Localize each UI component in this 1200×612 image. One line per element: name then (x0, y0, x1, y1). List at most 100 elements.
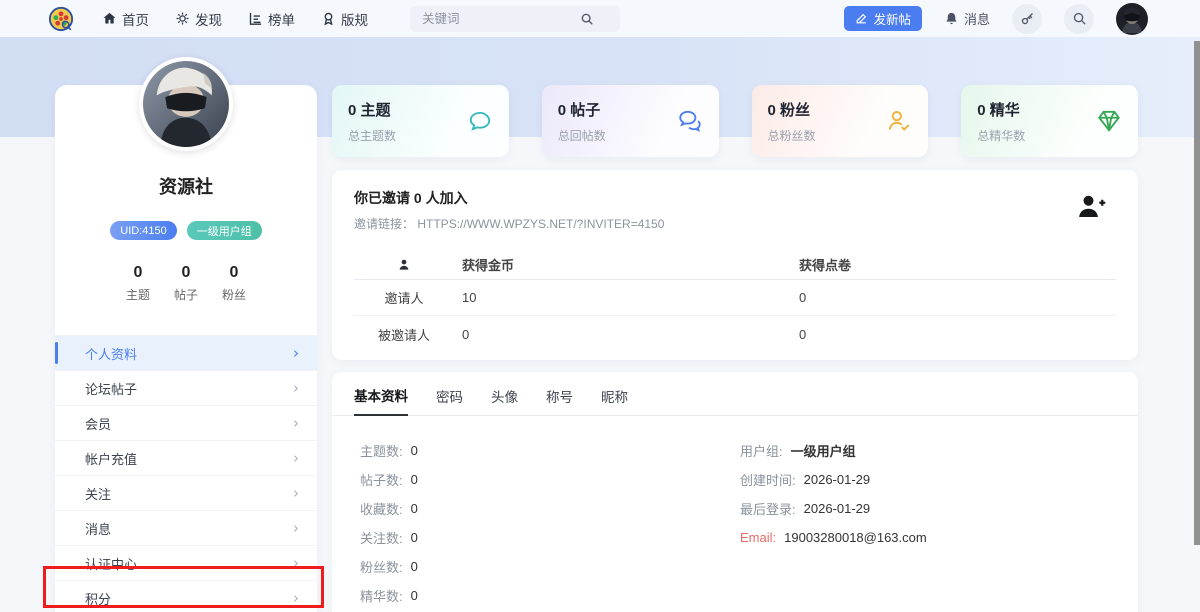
search-icon[interactable] (580, 12, 594, 26)
menu-label: 帐户充值 (85, 451, 138, 467)
field-value: 2026-01-29 (803, 472, 871, 487)
chevron-right-icon: › (293, 589, 299, 607)
chevron-right-icon: › (293, 379, 299, 397)
field-essence-count: 精华数: 0 (360, 581, 740, 610)
topnav-right: 发新帖 消息 (844, 2, 1148, 35)
user-group-badge: 一级用户组 (186, 221, 262, 240)
tab-nickname[interactable]: 昵称 (601, 386, 628, 415)
home-icon (103, 12, 116, 24)
row-gold: 0 (462, 326, 470, 342)
nav-label: 版规 (341, 12, 368, 28)
invite-card: 你已邀请 0 人加入 邀请链接： HTTPS://WWW.WPZYS.NET/?… (332, 170, 1138, 360)
chevron-right-icon: › (293, 554, 299, 572)
page-scrollbar[interactable] (1194, 0, 1200, 612)
account-fields-left: 主题数: 0 帖子数: 0 收藏数: 0 关注数: 0 粉丝数: 0 精华数: … (360, 436, 740, 610)
field-value: 0 (410, 443, 418, 458)
scrollbar-thumb[interactable] (1194, 41, 1200, 545)
field-label: 主题数: (360, 444, 403, 459)
messages-label: 消息 (963, 12, 990, 27)
field-value: 2026-01-29 (803, 501, 871, 516)
discover-gear-icon (176, 12, 189, 25)
avatar-image (143, 61, 229, 147)
site-logo[interactable] (48, 6, 74, 32)
user-avatar-large[interactable] (139, 57, 233, 151)
invite-title: 你已邀请 0 人加入 (354, 190, 468, 206)
row-name: 邀请人 (384, 291, 424, 306)
nav-label: 发现 (195, 12, 222, 28)
stat-label: 粉丝 (222, 288, 247, 302)
sidebar-item-recharge[interactable]: 帐户充值 › (55, 441, 317, 476)
sidebar-item-points[interactable]: 积分 › (55, 581, 317, 612)
sidebar-item-following[interactable]: 关注 › (55, 476, 317, 511)
add-user-icon[interactable] (1076, 192, 1106, 222)
tab-avatar[interactable]: 头像 (491, 386, 518, 415)
stat-card-essence: 0 精华 总精华数 (961, 85, 1138, 157)
stat-value: 0 (181, 264, 191, 281)
account-tabs: 基本资料 密码 头像 称号 昵称 (332, 372, 1138, 416)
search-circle-button[interactable] (1064, 3, 1094, 34)
menu-label: 关注 (85, 486, 112, 502)
nav-item-ranking[interactable]: 榜单 (248, 9, 295, 29)
sidebar-item-membership[interactable]: 会员 › (55, 406, 317, 441)
person-icon (399, 260, 409, 270)
stat-posts: 0 帖子 (174, 264, 198, 303)
field-post-count: 帖子数: 0 (360, 465, 740, 494)
sidebar-item-forum-posts[interactable]: 论坛帖子 › (55, 371, 317, 406)
person-check-icon (889, 111, 910, 131)
account-fields: 主题数: 0 帖子数: 0 收藏数: 0 关注数: 0 粉丝数: 0 精华数: … (332, 416, 1138, 610)
main-nav: 首页 发现 榜单 版规 (102, 9, 368, 29)
stat-card-topics: 0 主题 总主题数 (332, 85, 509, 157)
tab-password[interactable]: 密码 (436, 386, 463, 415)
messages-nav[interactable]: 消息 (944, 9, 990, 28)
top-navbar: 首页 发现 榜单 版规 关键词 发新帖 消息 (0, 0, 1200, 37)
sidebar-stats: 0 主题 0 帖子 0 粉丝 (55, 264, 317, 303)
invite-table-header: 获得金币 获得点卷 (354, 250, 1116, 280)
key-button[interactable] (1012, 3, 1042, 34)
stat-value: 0 (229, 264, 239, 281)
menu-label: 个人资料 (85, 346, 138, 362)
menu-label: 会员 (85, 416, 112, 432)
tab-title[interactable]: 称号 (546, 386, 573, 415)
nav-label: 榜单 (268, 12, 295, 28)
field-value: 19003280018@163.com (784, 530, 927, 545)
account-card: 基本资料 密码 头像 称号 昵称 主题数: 0 帖子数: 0 收藏数: 0 关注… (332, 372, 1138, 612)
row-points: 0 (799, 326, 807, 342)
row-points: 0 (799, 290, 807, 305)
nav-item-rules[interactable]: 版规 (321, 9, 368, 29)
stat-card-fans: 0 粉丝 总粉丝数 (751, 85, 929, 157)
row-gold: 10 (462, 290, 477, 305)
col-header-points: 获得点卷 (799, 258, 852, 273)
field-created-date: 创建时间: 2026-01-29 (740, 465, 927, 494)
stat-card-posts: 0 帖子 总回帖数 (541, 85, 719, 157)
user-avatar-small[interactable] (1116, 2, 1148, 35)
field-label: Email: (740, 530, 777, 545)
field-value: 0 (410, 501, 418, 516)
nav-item-home[interactable]: 首页 (102, 9, 149, 29)
stat-fans: 0 粉丝 (222, 264, 246, 303)
invite-link-url[interactable]: HTTPS://WWW.WPZYS.NET/?INVITER=4150 (417, 217, 664, 231)
field-label: 关注数: (360, 531, 403, 546)
avatar-image (1116, 2, 1148, 35)
invite-person-column (354, 257, 454, 273)
rules-badge-icon (324, 12, 333, 26)
sidebar-item-messages[interactable]: 消息 › (55, 511, 317, 546)
field-email: Email: 19003280018@163.com (740, 523, 927, 552)
search-icon (1073, 12, 1086, 25)
new-post-button[interactable]: 发新帖 (844, 6, 922, 31)
field-value: 0 (410, 588, 418, 603)
nav-item-discover[interactable]: 发现 (175, 9, 222, 29)
sidebar-item-profile[interactable]: 个人资料 › (55, 336, 317, 371)
chevron-right-icon: › (293, 344, 299, 362)
uid-badge: UID:4150 (110, 221, 177, 240)
tab-basic-info[interactable]: 基本资料 (354, 385, 408, 416)
field-value: 一级用户组 (790, 444, 856, 459)
menu-label: 论坛帖子 (85, 381, 138, 397)
table-row: 邀请人 10 0 (354, 280, 1116, 316)
field-fans-count: 粉丝数: 0 (360, 552, 740, 581)
table-row: 被邀请人 0 0 (354, 316, 1116, 352)
profile-sidebar: 资源社 UID:4150 一级用户组 0 主题 0 帖子 0 粉丝 个人资料 › (55, 57, 317, 612)
menu-label: 积分 (85, 591, 112, 607)
field-label: 精华数: (360, 589, 403, 604)
stat-value: 0 (133, 264, 143, 281)
sidebar-item-verification[interactable]: 认证中心 › (55, 546, 317, 581)
